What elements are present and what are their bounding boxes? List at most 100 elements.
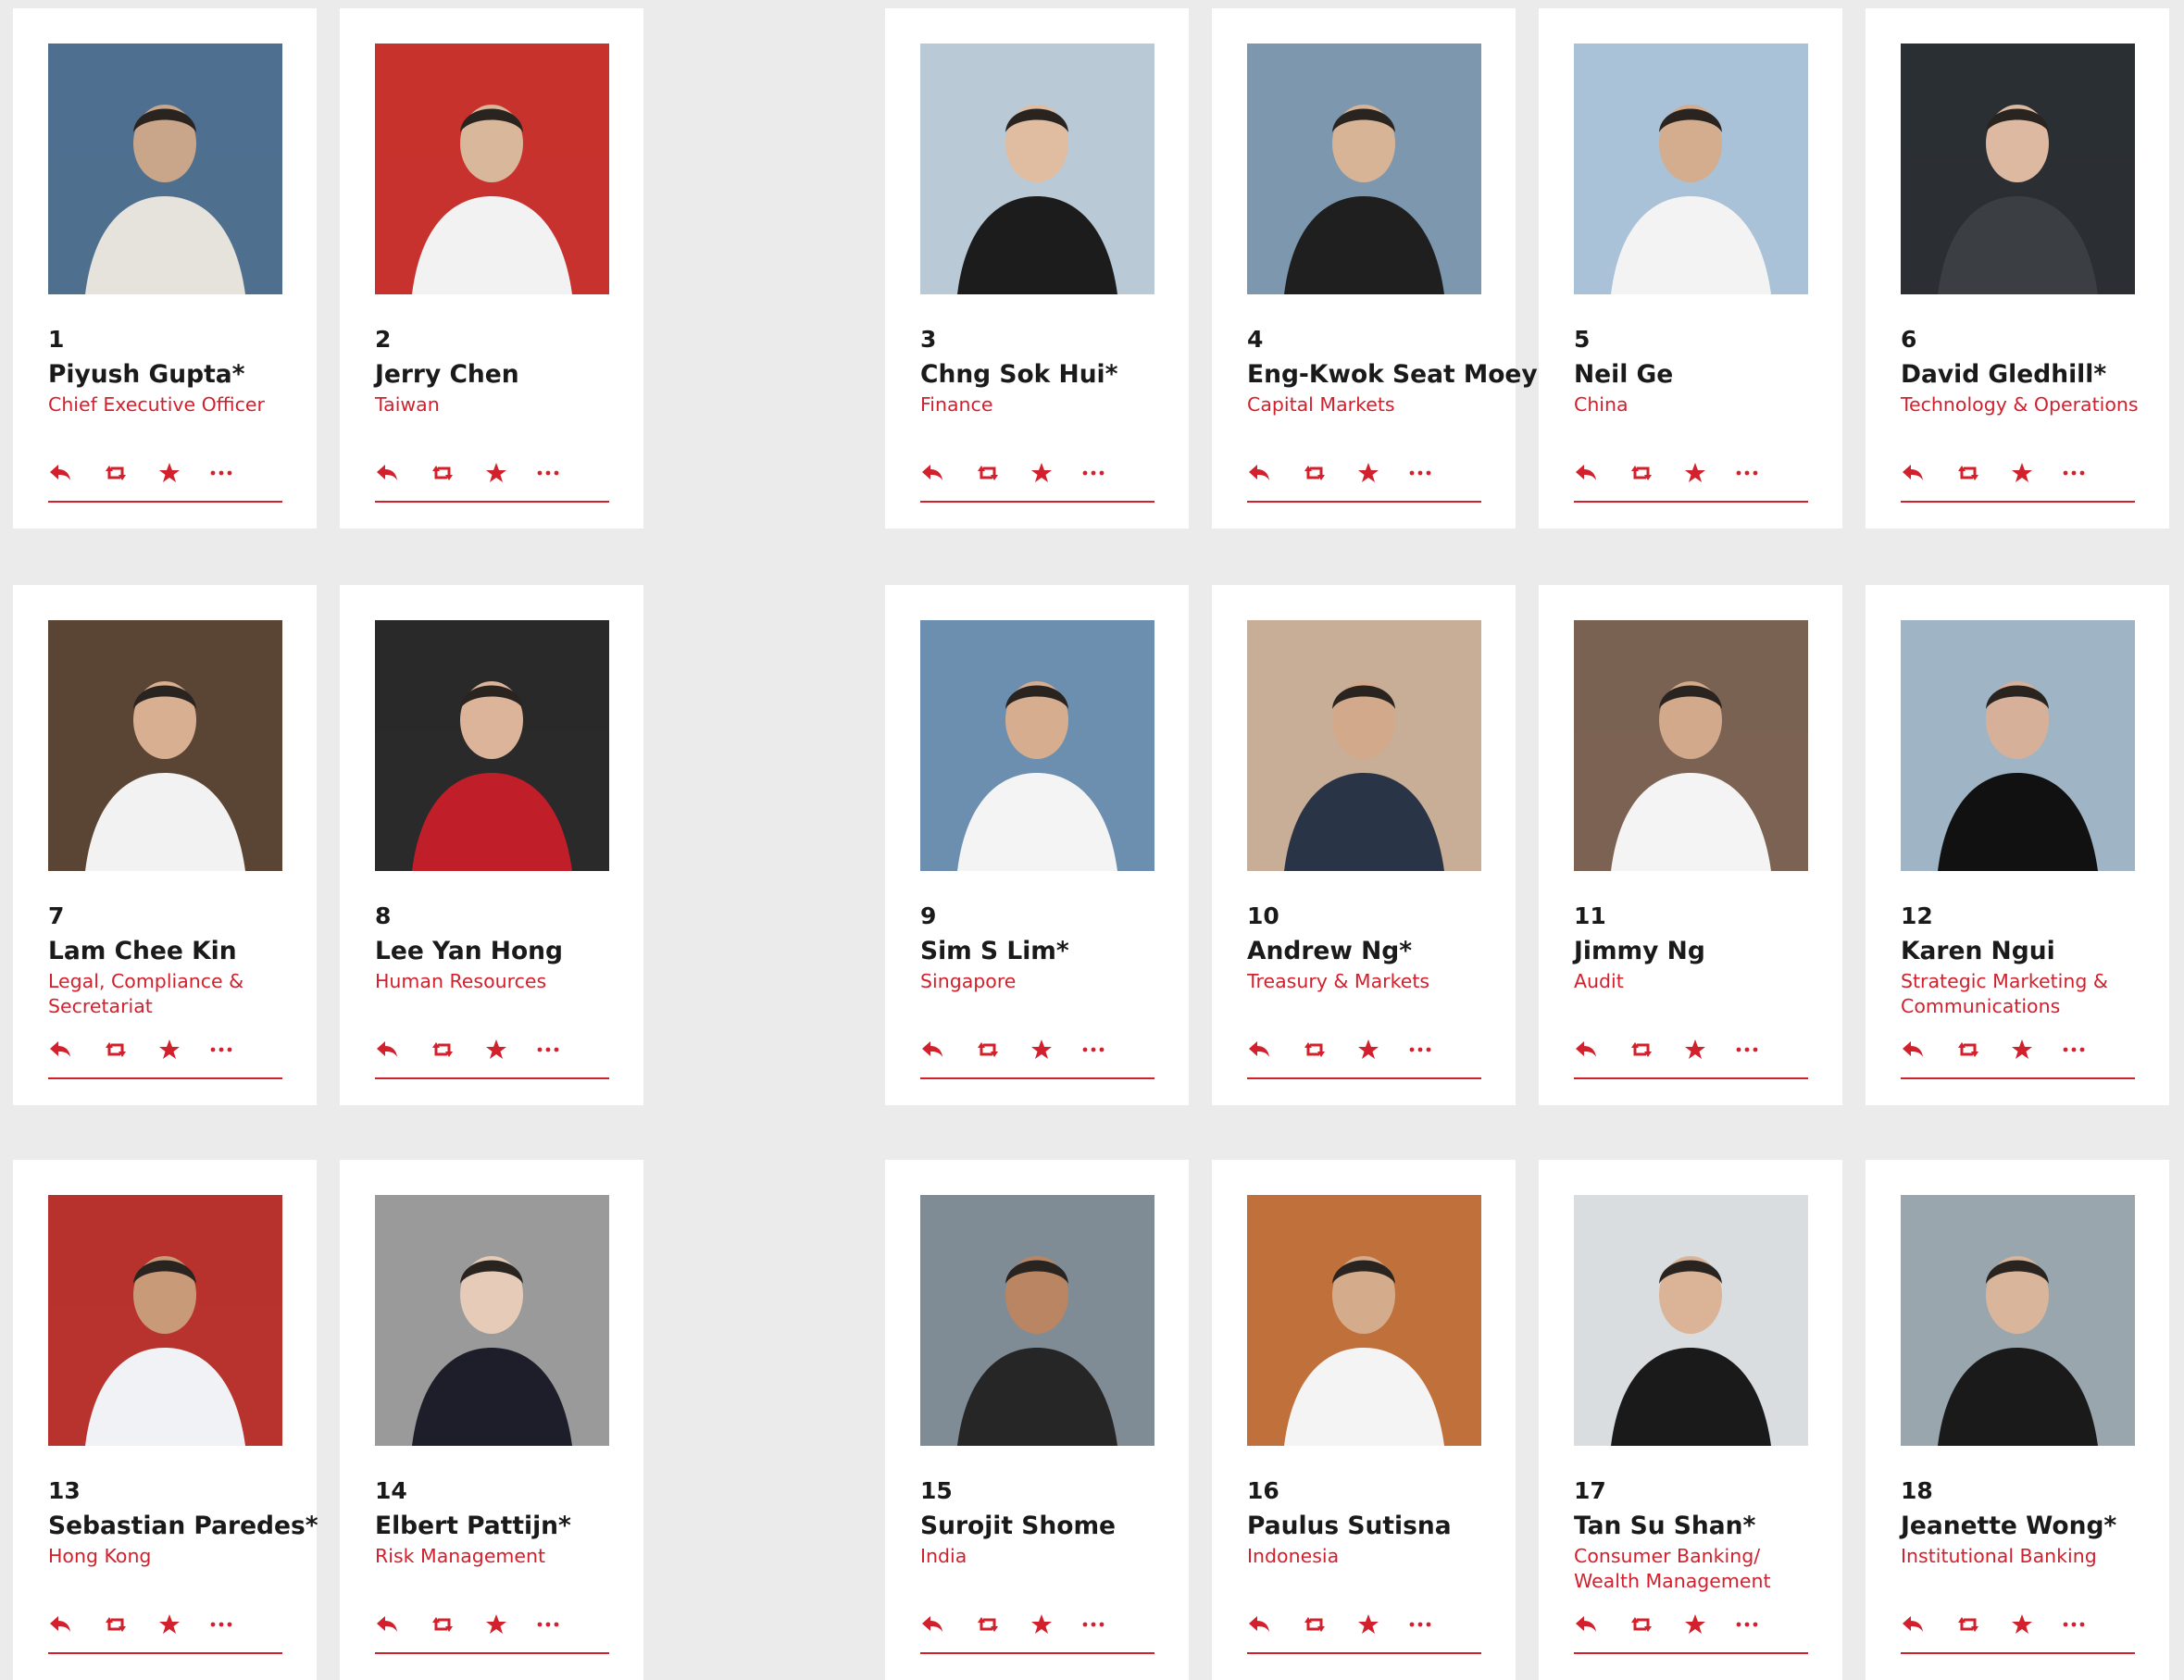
- profile-number: 11: [1574, 902, 1606, 929]
- profile-role: Taiwan: [375, 393, 440, 416]
- star-icon[interactable]: [1356, 1612, 1380, 1636]
- more-icon[interactable]: [1408, 1612, 1432, 1636]
- reply-icon[interactable]: [1247, 461, 1271, 485]
- star-icon[interactable]: [2010, 1038, 2034, 1062]
- profile-card-9: 9 Sim S Lim* Singapore: [885, 585, 1189, 1105]
- star-icon[interactable]: [1683, 1038, 1707, 1062]
- profile-card-11: 11 Jimmy Ng Audit: [1539, 585, 1842, 1105]
- more-icon[interactable]: [209, 461, 233, 485]
- reply-icon[interactable]: [1574, 1038, 1598, 1062]
- reply-icon[interactable]: [48, 1038, 72, 1062]
- more-icon[interactable]: [1081, 1612, 1105, 1636]
- reply-icon[interactable]: [48, 1612, 72, 1636]
- star-icon[interactable]: [157, 1612, 181, 1636]
- retweet-icon[interactable]: [104, 461, 128, 485]
- retweet-icon[interactable]: [1303, 1038, 1327, 1062]
- star-icon[interactable]: [2010, 1612, 2034, 1636]
- retweet-icon[interactable]: [1629, 1038, 1654, 1062]
- more-icon[interactable]: [1735, 1612, 1759, 1636]
- profile-photo: [1247, 620, 1481, 871]
- more-icon[interactable]: [536, 1612, 560, 1636]
- retweet-icon[interactable]: [976, 1612, 1000, 1636]
- star-icon[interactable]: [1356, 1038, 1380, 1062]
- profile-role: Technology & Operations: [1901, 393, 2139, 416]
- reply-icon[interactable]: [1901, 461, 1925, 485]
- star-icon[interactable]: [1030, 461, 1054, 485]
- star-icon[interactable]: [157, 1038, 181, 1062]
- reply-icon[interactable]: [920, 1612, 944, 1636]
- more-icon[interactable]: [209, 1612, 233, 1636]
- more-icon[interactable]: [1081, 461, 1105, 485]
- star-icon[interactable]: [484, 1612, 508, 1636]
- action-bar: [48, 457, 282, 492]
- reply-icon[interactable]: [1901, 1612, 1925, 1636]
- more-icon[interactable]: [209, 1038, 233, 1062]
- retweet-icon[interactable]: [104, 1038, 128, 1062]
- action-bar: [1247, 1609, 1481, 1644]
- reply-icon[interactable]: [1574, 461, 1598, 485]
- profile-number: 17: [1574, 1477, 1606, 1504]
- reply-icon[interactable]: [1901, 1038, 1925, 1062]
- reply-icon[interactable]: [48, 461, 72, 485]
- star-icon[interactable]: [157, 461, 181, 485]
- profile-name: Paulus Sutisna: [1247, 1512, 1452, 1540]
- more-icon[interactable]: [1081, 1038, 1105, 1062]
- profile-role: Treasury & Markets: [1247, 970, 1430, 992]
- star-icon[interactable]: [484, 1038, 508, 1062]
- card-divider: [1247, 501, 1481, 503]
- retweet-icon[interactable]: [1303, 1612, 1327, 1636]
- profile-photo: [375, 1195, 609, 1446]
- reply-icon[interactable]: [375, 461, 399, 485]
- profile-card-2: 2 Jerry Chen Taiwan: [340, 8, 643, 529]
- card-divider: [920, 501, 1154, 503]
- card-divider: [1574, 1077, 1808, 1079]
- profile-name: Sim S Lim*: [920, 937, 1069, 965]
- retweet-icon[interactable]: [1303, 461, 1327, 485]
- reply-icon[interactable]: [1574, 1612, 1598, 1636]
- retweet-icon[interactable]: [1956, 1612, 1980, 1636]
- reply-icon[interactable]: [920, 461, 944, 485]
- star-icon[interactable]: [2010, 461, 2034, 485]
- retweet-icon[interactable]: [431, 1612, 455, 1636]
- action-bar: [1901, 1609, 2135, 1644]
- profile-role: India: [920, 1545, 967, 1567]
- retweet-icon[interactable]: [431, 1038, 455, 1062]
- reply-icon[interactable]: [375, 1612, 399, 1636]
- retweet-icon[interactable]: [976, 1038, 1000, 1062]
- more-icon[interactable]: [536, 461, 560, 485]
- retweet-icon[interactable]: [976, 461, 1000, 485]
- star-icon[interactable]: [1683, 1612, 1707, 1636]
- more-icon[interactable]: [2062, 1038, 2086, 1062]
- more-icon[interactable]: [2062, 461, 2086, 485]
- more-icon[interactable]: [2062, 1612, 2086, 1636]
- retweet-icon[interactable]: [104, 1612, 128, 1636]
- more-icon[interactable]: [1735, 1038, 1759, 1062]
- more-icon[interactable]: [1735, 461, 1759, 485]
- star-icon[interactable]: [1030, 1612, 1054, 1636]
- star-icon[interactable]: [484, 461, 508, 485]
- retweet-icon[interactable]: [1629, 1612, 1654, 1636]
- star-icon[interactable]: [1030, 1038, 1054, 1062]
- more-icon[interactable]: [536, 1038, 560, 1062]
- action-bar: [48, 1609, 282, 1644]
- reply-icon[interactable]: [920, 1038, 944, 1062]
- reply-icon[interactable]: [1247, 1038, 1271, 1062]
- retweet-icon[interactable]: [431, 461, 455, 485]
- star-icon[interactable]: [1683, 461, 1707, 485]
- profile-number: 16: [1247, 1477, 1279, 1504]
- profile-name: Chng Sok Hui*: [920, 360, 1118, 389]
- profile-role: Risk Management: [375, 1545, 546, 1567]
- card-divider: [48, 1077, 282, 1079]
- retweet-icon[interactable]: [1956, 1038, 1980, 1062]
- profile-number: 12: [1901, 902, 1933, 929]
- retweet-icon[interactable]: [1629, 461, 1654, 485]
- star-icon[interactable]: [1356, 461, 1380, 485]
- reply-icon[interactable]: [1247, 1612, 1271, 1636]
- more-icon[interactable]: [1408, 1038, 1432, 1062]
- more-icon[interactable]: [1408, 461, 1432, 485]
- profile-card-13: 13 Sebastian Paredes* Hong Kong: [13, 1160, 318, 1680]
- profile-photo: [1247, 44, 1481, 294]
- profile-card-18: 18 Jeanette Wong* Institutional Banking: [1866, 1160, 2169, 1680]
- reply-icon[interactable]: [375, 1038, 399, 1062]
- retweet-icon[interactable]: [1956, 461, 1980, 485]
